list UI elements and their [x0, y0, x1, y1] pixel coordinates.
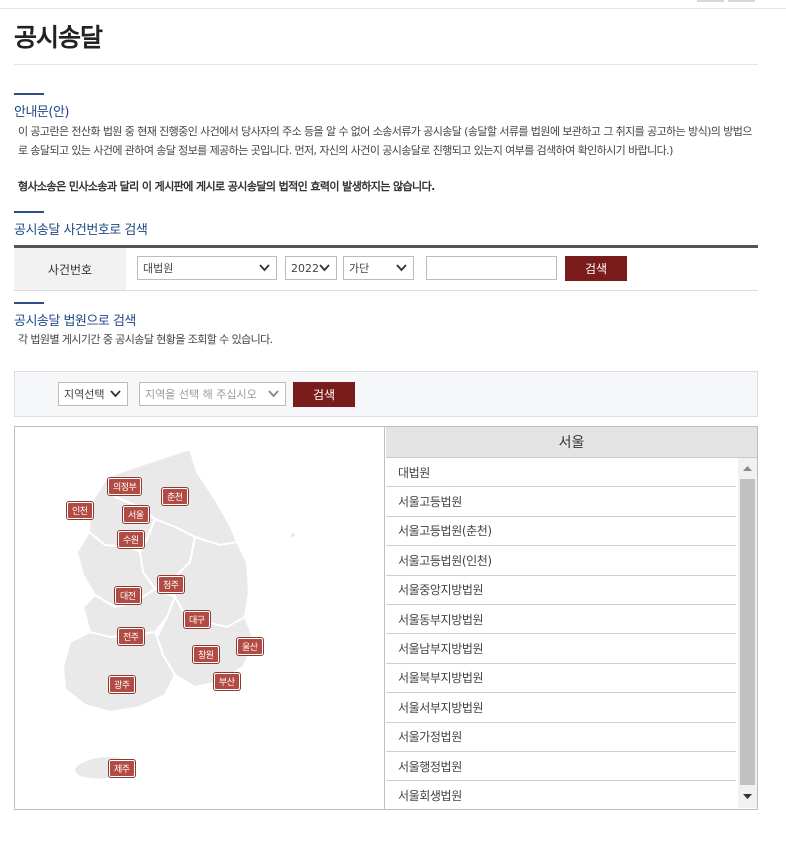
court-list-item[interactable]: 서울가정법원 [386, 723, 736, 752]
court-list-item[interactable]: 서울중앙지방법원 [386, 576, 736, 605]
court-list-item[interactable]: 서울북부지방법원 [386, 664, 736, 694]
case-number-input[interactable] [426, 256, 557, 280]
section-marker [14, 302, 44, 304]
court-list-item[interactable]: 서울동부지방법원 [386, 605, 736, 635]
notice-text: 이 공고란은 전산화 법원 중 현재 진행중인 사건에서 당사자의 주소 등을 … [18, 125, 752, 157]
section-marker [14, 211, 44, 213]
chevron-down-icon [268, 390, 279, 398]
chevron-down-icon [319, 264, 330, 272]
map-label-daejeon[interactable]: 대전 [115, 587, 141, 604]
notice-bold-text: 형사소송은 민사소송과 달리 이 게시판에 게시로 공시송달의 법적인 효력이 … [18, 180, 435, 193]
court-search-button[interactable]: 검색 [293, 382, 355, 407]
map-label-daegu[interactable]: 대구 [184, 611, 210, 628]
court-list-region-header: 서울 [386, 427, 757, 458]
map-label-jeju[interactable]: 제주 [109, 760, 135, 777]
case-type-select[interactable]: 가단 [343, 256, 414, 280]
court-select-by-region[interactable]: 지역을 선택 해 주십시오 [139, 382, 286, 406]
map-label-changwon[interactable]: 창원 [193, 646, 219, 663]
court-list-scrollbar[interactable] [738, 458, 757, 808]
map-label-suwon[interactable]: 수원 [118, 531, 144, 548]
map-label-cheongju[interactable]: 청주 [158, 576, 184, 593]
top-button-1[interactable] [697, 0, 724, 2]
court-list-item[interactable]: 서울고등법원(춘천) [386, 517, 736, 547]
court-list-item[interactable]: 서울행정법원 [386, 752, 736, 782]
region-select-value: 지역선택 [64, 388, 105, 401]
notice-title: 안내문(안) [14, 105, 69, 120]
map-label-ulsan[interactable]: 울산 [237, 638, 263, 655]
map-label-chuncheon[interactable]: 춘천 [162, 488, 188, 505]
map-label-seoul[interactable]: 서울 [123, 506, 149, 523]
court-select-value: 대법원 [143, 262, 174, 275]
case-search-button[interactable]: 검색 [565, 256, 627, 281]
court-list-panel: 서울 대법원 서울고등법원 서울고등법원(춘천) 서울고등법원(인천) 서울중앙… [386, 427, 757, 809]
chevron-down-icon [110, 390, 121, 398]
case-number-label: 사건번호 [14, 248, 126, 290]
year-select[interactable]: 2022 [285, 256, 337, 280]
korea-map: 의정부 춘천 인천 서울 수원 청주 대전 대구 전주 울산 창원 부산 광주 … [15, 427, 385, 809]
court-map-panel: 의정부 춘천 인천 서울 수원 청주 대전 대구 전주 울산 창원 부산 광주 … [14, 426, 758, 810]
court-search-title: 공시송달 법원으로 검색 [14, 314, 136, 329]
map-label-incheon[interactable]: 인천 [67, 502, 93, 519]
year-select-value: 2022 [291, 261, 319, 275]
map-label-gwangju[interactable]: 광주 [109, 676, 135, 693]
case-search-title: 공시송달 사건번호로 검색 [14, 223, 148, 238]
court-list-item[interactable]: 서울고등법원 [386, 487, 736, 517]
chevron-down-icon [259, 264, 270, 272]
court-list-item[interactable]: 서울고등법원(인천) [386, 546, 736, 576]
map-label-uijeongbu[interactable]: 의정부 [108, 478, 142, 495]
top-button-2[interactable] [728, 0, 755, 2]
scroll-up-arrow-icon[interactable] [738, 462, 757, 474]
case-type-select-value: 가단 [349, 262, 370, 275]
top-divider [0, 8, 786, 9]
court-list-item[interactable]: 서울남부지방법원 [386, 634, 736, 664]
scroll-down-arrow-icon[interactable] [738, 791, 757, 803]
court-select-placeholder: 지역을 선택 해 주십시오 [145, 388, 257, 401]
scrollbar-thumb[interactable] [740, 479, 755, 785]
case-search-row: 사건번호 대법원 2022 가단 검색 [14, 245, 758, 291]
court-list: 대법원 서울고등법원 서울고등법원(춘천) 서울고등법원(인천) 서울중앙지방법… [386, 458, 736, 811]
court-list-item[interactable]: 서울회생법원 [386, 781, 736, 810]
map-label-busan[interactable]: 부산 [214, 673, 240, 690]
chevron-down-icon [396, 264, 407, 272]
map-label-jeonju[interactable]: 전주 [118, 628, 144, 645]
region-select[interactable]: 지역선택 [58, 382, 128, 406]
court-list-item[interactable]: 대법원 [386, 458, 736, 488]
court-list-item[interactable]: 서울서부지방법원 [386, 693, 736, 723]
page-title: 공시송달 [14, 23, 103, 52]
court-search-description: 각 법원별 게시기간 중 공시송달 현황을 조회할 수 있습니다. [18, 333, 273, 346]
title-divider [14, 64, 758, 65]
court-select[interactable]: 대법원 [137, 256, 277, 280]
court-filter-bar: 지역선택 지역을 선택 해 주십시오 검색 [14, 371, 758, 417]
section-marker [14, 93, 44, 95]
